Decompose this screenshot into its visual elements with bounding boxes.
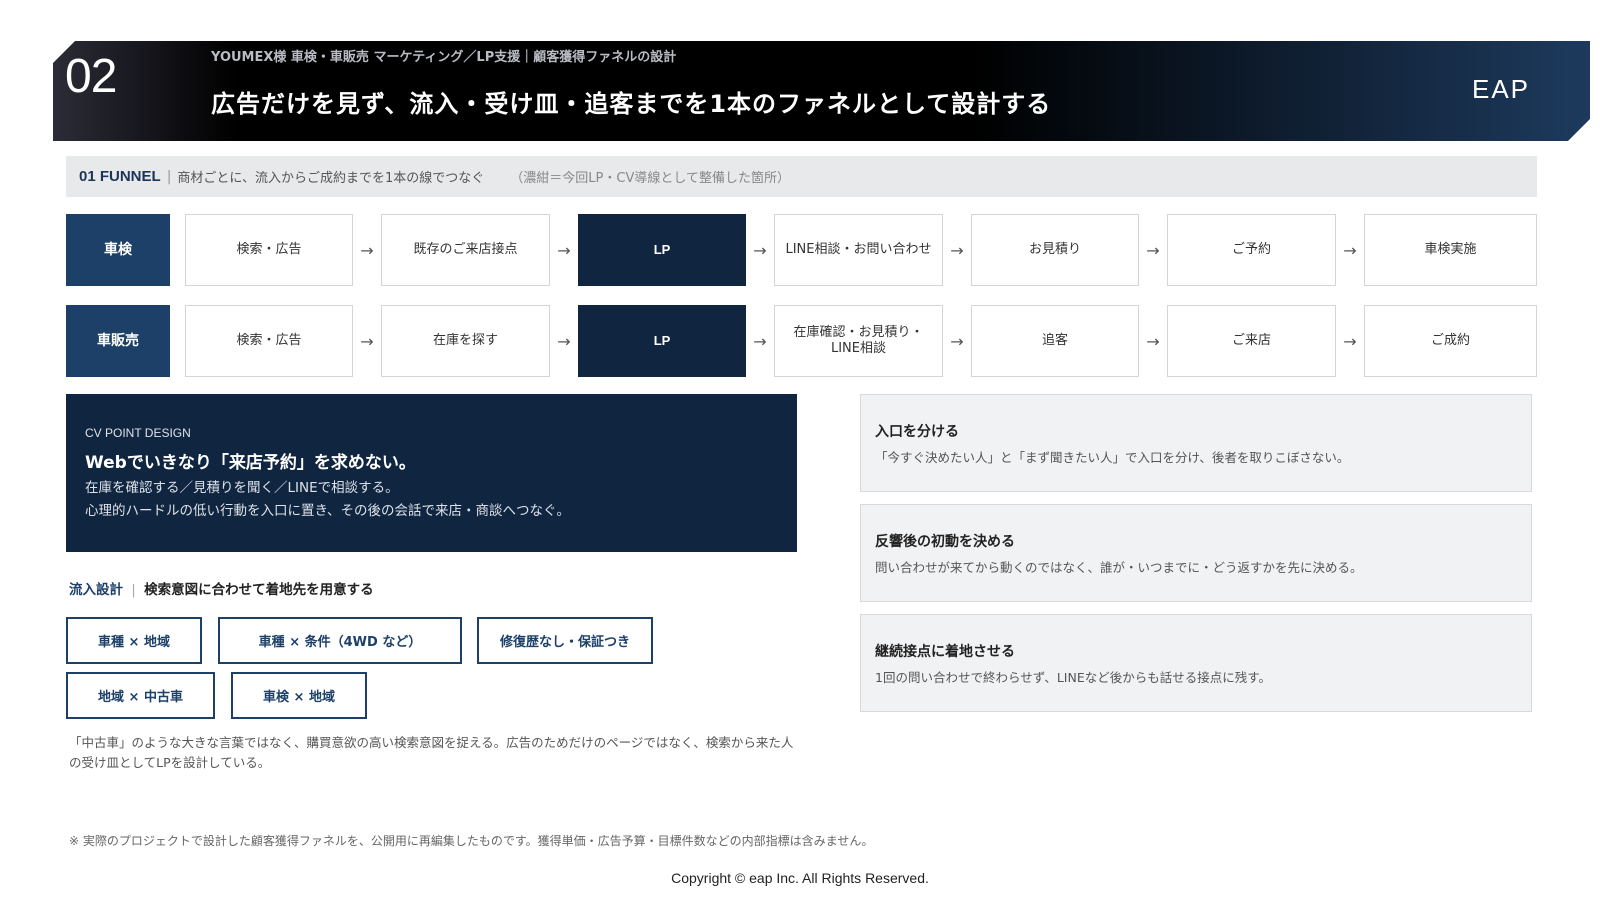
copyright: Copyright © eap Inc. All Rights Reserved… bbox=[671, 870, 929, 886]
funnel-step: お見積り bbox=[971, 214, 1139, 286]
funnel-step: 検索・広告 bbox=[185, 214, 353, 286]
funnel-step: 追客 bbox=[971, 305, 1139, 377]
header-subtitle: YOUMEX様 車検・車販売 マーケティング／LP支援｜顧客獲得ファネルの設計 bbox=[211, 50, 677, 65]
funnel-label: 01 FUNNEL bbox=[79, 168, 161, 185]
keyword-tag: 修復歴なし・保証つき bbox=[477, 617, 653, 664]
page-title: 広告だけを見ず、流入・受け皿・追客までを1本のファネルとして設計する bbox=[211, 90, 1052, 118]
arrow-icon: → bbox=[1146, 331, 1160, 351]
inflow-description: 「中古車」のような大きな言葉ではなく、購買意欲の高い検索意図を捉える。広告のため… bbox=[69, 735, 794, 770]
header-banner: 02 YOUMEX様 車検・車販売 マーケティング／LP支援｜顧客獲得ファネルの… bbox=[53, 41, 1590, 141]
funnel-row-sales: 車販売 検索・広告 → 在庫を探す → LP → 在庫確認・お見積り・LINE相… bbox=[66, 305, 1537, 377]
logo-text: EAP bbox=[1472, 74, 1530, 104]
funnel-step-lp: LP bbox=[578, 214, 746, 286]
funnel-banner: 01 FUNNEL | 商材ごとに、流入からご成約までを1本の線でつなぐ （濃紺… bbox=[66, 156, 1537, 197]
cv-label: CV POINT DESIGN bbox=[85, 426, 191, 440]
funnel-separator: | bbox=[166, 168, 172, 185]
card-text: 問い合わせが来てから動くのではなく、誰が・いつまでに・どう返すかを先に決める。 bbox=[875, 559, 1363, 575]
funnel-step: 在庫確認・お見積り・LINE相談 bbox=[774, 305, 943, 377]
eap-logo: EAP bbox=[1472, 73, 1554, 105]
cv-line-2: 心理的ハードルの低い行動を入口に置き、その後の会話で来店・商談へつなぐ。 bbox=[85, 503, 571, 519]
slide-number: 02 bbox=[65, 50, 117, 103]
keyword-tag: 地域 × 中古車 bbox=[66, 672, 215, 719]
arrow-icon: → bbox=[1343, 240, 1357, 260]
card-text: 「今すぐ決めたい人」と「まず聞きたい人」で入口を分け、後者を取りこぼさない。 bbox=[875, 449, 1350, 465]
cv-point-design-panel: CV POINT DESIGN Webでいきなり「来店予約」を求めない。 在庫を… bbox=[66, 394, 797, 552]
inflow-text: 検索意図に合わせて着地先を用意する bbox=[144, 582, 374, 598]
footnote: ※ 実際のプロジェクトで設計した顧客獲得ファネルを、公開用に再編集したものです。… bbox=[69, 834, 874, 848]
funnel-step: LINE相談・お問い合わせ bbox=[774, 214, 943, 286]
arrow-icon: → bbox=[950, 331, 964, 351]
funnel-step: 既存のご来店接点 bbox=[381, 214, 550, 286]
arrow-icon: → bbox=[557, 240, 571, 260]
inflow-label: 流入設計 bbox=[69, 582, 123, 598]
funnel-step: 車検実施 bbox=[1364, 214, 1537, 286]
arrow-icon: → bbox=[753, 240, 767, 260]
arrow-icon: → bbox=[557, 331, 571, 351]
card-text: 1回の問い合わせで終わらせず、LINEなど後からも話せる接点に残す。 bbox=[875, 669, 1271, 685]
funnel-row-shaken: 車検 検索・広告 → 既存のご来店接点 → LP → LINE相談・お問い合わせ… bbox=[66, 214, 1537, 286]
arrow-icon: → bbox=[1343, 331, 1357, 351]
point-card: 反響後の初動を決める 問い合わせが来てから動くのではなく、誰が・いつまでに・どう… bbox=[860, 504, 1532, 602]
point-card: 入口を分ける 「今すぐ決めたい人」と「まず聞きたい人」で入口を分け、後者を取りこ… bbox=[860, 394, 1532, 492]
keyword-tag: 車検 × 地域 bbox=[231, 672, 367, 719]
funnel-description: 商材ごとに、流入からご成約までを1本の線でつなぐ bbox=[177, 171, 485, 186]
funnel-step: 在庫を探す bbox=[381, 305, 550, 377]
funnel-step-lp: LP bbox=[578, 305, 746, 377]
card-title: 入口を分ける bbox=[875, 423, 959, 440]
keyword-tag: 車種 × 条件（4WD など） bbox=[218, 617, 462, 664]
point-card: 継続接点に着地させる 1回の問い合わせで終わらせず、LINEなど後からも話せる接… bbox=[860, 614, 1532, 712]
arrow-icon: → bbox=[950, 240, 964, 260]
funnel-step: ご予約 bbox=[1167, 214, 1336, 286]
funnel-step: 検索・広告 bbox=[185, 305, 353, 377]
cv-line-1: 在庫を確認する／見積りを聞く／LINEで相談する。 bbox=[85, 480, 399, 496]
arrow-icon: → bbox=[1146, 240, 1160, 260]
funnel-category: 車検 bbox=[66, 214, 170, 286]
arrow-icon: → bbox=[360, 331, 374, 351]
arrow-icon: → bbox=[360, 240, 374, 260]
funnel-note: （濃紺＝今回LP・CV導線として整備した箇所） bbox=[510, 171, 790, 186]
arrow-icon: → bbox=[753, 331, 767, 351]
funnel-category: 車販売 bbox=[66, 305, 170, 377]
card-title: 反響後の初動を決める bbox=[875, 533, 1015, 550]
funnel-step: ご成約 bbox=[1364, 305, 1537, 377]
inflow-separator: | bbox=[131, 582, 136, 598]
inflow-heading: 流入設計 | 検索意図に合わせて着地先を用意する bbox=[69, 578, 374, 598]
keyword-tag: 車種 × 地域 bbox=[66, 617, 202, 664]
funnel-step: ご来店 bbox=[1167, 305, 1336, 377]
card-title: 継続接点に着地させる bbox=[875, 643, 1015, 660]
cv-title: Webでいきなり「来店予約」を求めない。 bbox=[85, 453, 416, 473]
